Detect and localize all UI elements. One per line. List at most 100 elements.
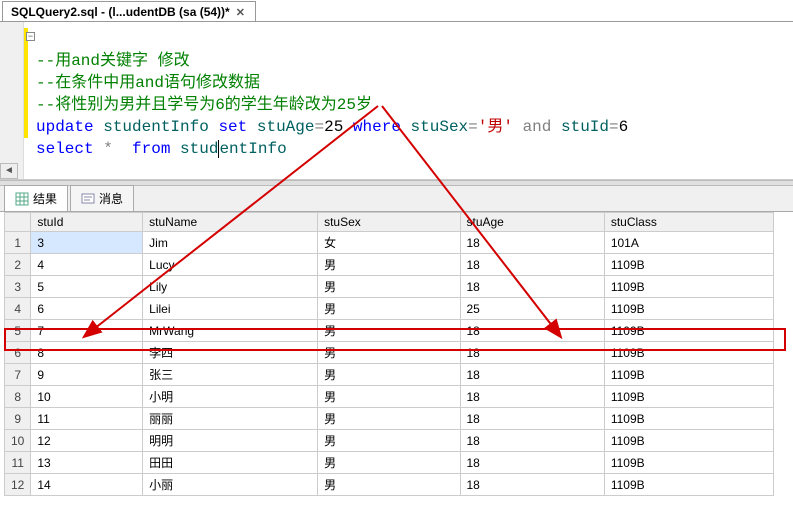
cell-stuage[interactable]: 18	[460, 254, 604, 276]
cell-stusex[interactable]: 男	[318, 386, 460, 408]
scroll-left-icon[interactable]: ◄	[0, 163, 18, 179]
row-number[interactable]: 3	[5, 276, 31, 298]
col-stuclass[interactable]: stuClass	[604, 213, 773, 232]
cell-stuid[interactable]: 13	[31, 452, 143, 474]
row-number[interactable]: 7	[5, 364, 31, 386]
cell-stusex[interactable]: 男	[318, 342, 460, 364]
row-number[interactable]: 4	[5, 298, 31, 320]
cell-stuage[interactable]: 18	[460, 452, 604, 474]
row-number[interactable]: 8	[5, 386, 31, 408]
sql-editor[interactable]: − --用and关键字 修改 --在条件中用and语句修改数据 --将性别为男并…	[0, 22, 793, 180]
cell-stuclass[interactable]: 1109B	[604, 430, 773, 452]
results-grid[interactable]: stuId stuName stuSex stuAge stuClass 13J…	[4, 212, 774, 496]
cell-stusex[interactable]: 男	[318, 320, 460, 342]
lit-6: 6	[619, 118, 629, 136]
cell-stuname[interactable]: 小丽	[143, 474, 318, 496]
row-number[interactable]: 9	[5, 408, 31, 430]
cell-stuname[interactable]: Lucy	[143, 254, 318, 276]
cell-stuid[interactable]: 11	[31, 408, 143, 430]
close-icon[interactable]: ✕	[236, 6, 245, 19]
cell-stuname[interactable]: 小明	[143, 386, 318, 408]
col-stuid[interactable]: stuId	[31, 213, 143, 232]
table-row[interactable]: 79张三男181109B	[5, 364, 774, 386]
cell-stuclass[interactable]: 1109B	[604, 254, 773, 276]
cell-stusex[interactable]: 女	[318, 232, 460, 254]
cell-stuid[interactable]: 6	[31, 298, 143, 320]
cell-stuclass[interactable]: 1109B	[604, 408, 773, 430]
table-row[interactable]: 911丽丽男181109B	[5, 408, 774, 430]
cell-stuage[interactable]: 18	[460, 430, 604, 452]
cell-stuid[interactable]: 3	[31, 232, 143, 254]
col-stusex[interactable]: stuSex	[318, 213, 460, 232]
cell-stuage[interactable]: 18	[460, 386, 604, 408]
cell-stusex[interactable]: 男	[318, 474, 460, 496]
cell-stusex[interactable]: 男	[318, 452, 460, 474]
table-row[interactable]: 68李四男181109B	[5, 342, 774, 364]
cell-stusex[interactable]: 男	[318, 430, 460, 452]
corner-cell[interactable]	[5, 213, 31, 232]
outline-collapse-icon[interactable]: −	[26, 32, 35, 41]
col-stuname[interactable]: stuName	[143, 213, 318, 232]
cell-stusex[interactable]: 男	[318, 276, 460, 298]
cell-stuname[interactable]: Lily	[143, 276, 318, 298]
cell-stusex[interactable]: 男	[318, 298, 460, 320]
cell-stuage[interactable]: 25	[460, 298, 604, 320]
cell-stuage[interactable]: 18	[460, 320, 604, 342]
file-tab[interactable]: SQLQuery2.sql - (l...udentDB (sa (54))* …	[2, 1, 256, 21]
table-row[interactable]: 1214小丽男181109B	[5, 474, 774, 496]
cell-stuid[interactable]: 8	[31, 342, 143, 364]
cell-stuclass[interactable]: 1109B	[604, 276, 773, 298]
cell-stuage[interactable]: 18	[460, 276, 604, 298]
row-number[interactable]: 11	[5, 452, 31, 474]
cell-stuname[interactable]: 田田	[143, 452, 318, 474]
row-number[interactable]: 1	[5, 232, 31, 254]
cell-stuage[interactable]: 18	[460, 232, 604, 254]
table-row[interactable]: 24Lucy男181109B	[5, 254, 774, 276]
cell-stuage[interactable]: 18	[460, 408, 604, 430]
cell-stuid[interactable]: 7	[31, 320, 143, 342]
cell-stuid[interactable]: 5	[31, 276, 143, 298]
cell-stuid[interactable]: 14	[31, 474, 143, 496]
cell-stuname[interactable]: 丽丽	[143, 408, 318, 430]
cell-stuname[interactable]: Jim	[143, 232, 318, 254]
cell-stuclass[interactable]: 1109B	[604, 320, 773, 342]
table-row[interactable]: 810小明男181109B	[5, 386, 774, 408]
cell-stuclass[interactable]: 1109B	[604, 474, 773, 496]
col-stuage[interactable]: stuAge	[460, 213, 604, 232]
cell-stuclass[interactable]: 1109B	[604, 342, 773, 364]
row-number[interactable]: 5	[5, 320, 31, 342]
code-content[interactable]: --用and关键字 修改 --在条件中用and语句修改数据 --将性别为男并且学…	[36, 28, 628, 180]
cell-stuname[interactable]: MrWang	[143, 320, 318, 342]
cell-stuclass[interactable]: 1109B	[604, 364, 773, 386]
table-row[interactable]: 57MrWang男181109B	[5, 320, 774, 342]
cell-stuid[interactable]: 12	[31, 430, 143, 452]
cell-stuclass[interactable]: 1109B	[604, 452, 773, 474]
cell-stuid[interactable]: 10	[31, 386, 143, 408]
cell-stuage[interactable]: 18	[460, 364, 604, 386]
cell-stusex[interactable]: 男	[318, 408, 460, 430]
table-row[interactable]: 35Lily男181109B	[5, 276, 774, 298]
cell-stusex[interactable]: 男	[318, 364, 460, 386]
table-row[interactable]: 1012明明男181109B	[5, 430, 774, 452]
cell-stuclass[interactable]: 101A	[604, 232, 773, 254]
cell-stuname[interactable]: 张三	[143, 364, 318, 386]
row-number[interactable]: 12	[5, 474, 31, 496]
row-number[interactable]: 6	[5, 342, 31, 364]
cell-stuclass[interactable]: 1109B	[604, 298, 773, 320]
cell-stuname[interactable]: 明明	[143, 430, 318, 452]
cell-stusex[interactable]: 男	[318, 254, 460, 276]
cell-stuid[interactable]: 4	[31, 254, 143, 276]
cell-stuclass[interactable]: 1109B	[604, 386, 773, 408]
tab-messages[interactable]: 消息	[70, 185, 134, 211]
row-number[interactable]: 2	[5, 254, 31, 276]
cell-stuage[interactable]: 18	[460, 474, 604, 496]
table-row[interactable]: 46Lilei男251109B	[5, 298, 774, 320]
cell-stuid[interactable]: 9	[31, 364, 143, 386]
cell-stuname[interactable]: Lilei	[143, 298, 318, 320]
tab-results[interactable]: 结果	[4, 185, 68, 211]
table-row[interactable]: 1113田田男181109B	[5, 452, 774, 474]
cell-stuage[interactable]: 18	[460, 342, 604, 364]
table-row[interactable]: 13Jim女18101A	[5, 232, 774, 254]
row-number[interactable]: 10	[5, 430, 31, 452]
cell-stuname[interactable]: 李四	[143, 342, 318, 364]
